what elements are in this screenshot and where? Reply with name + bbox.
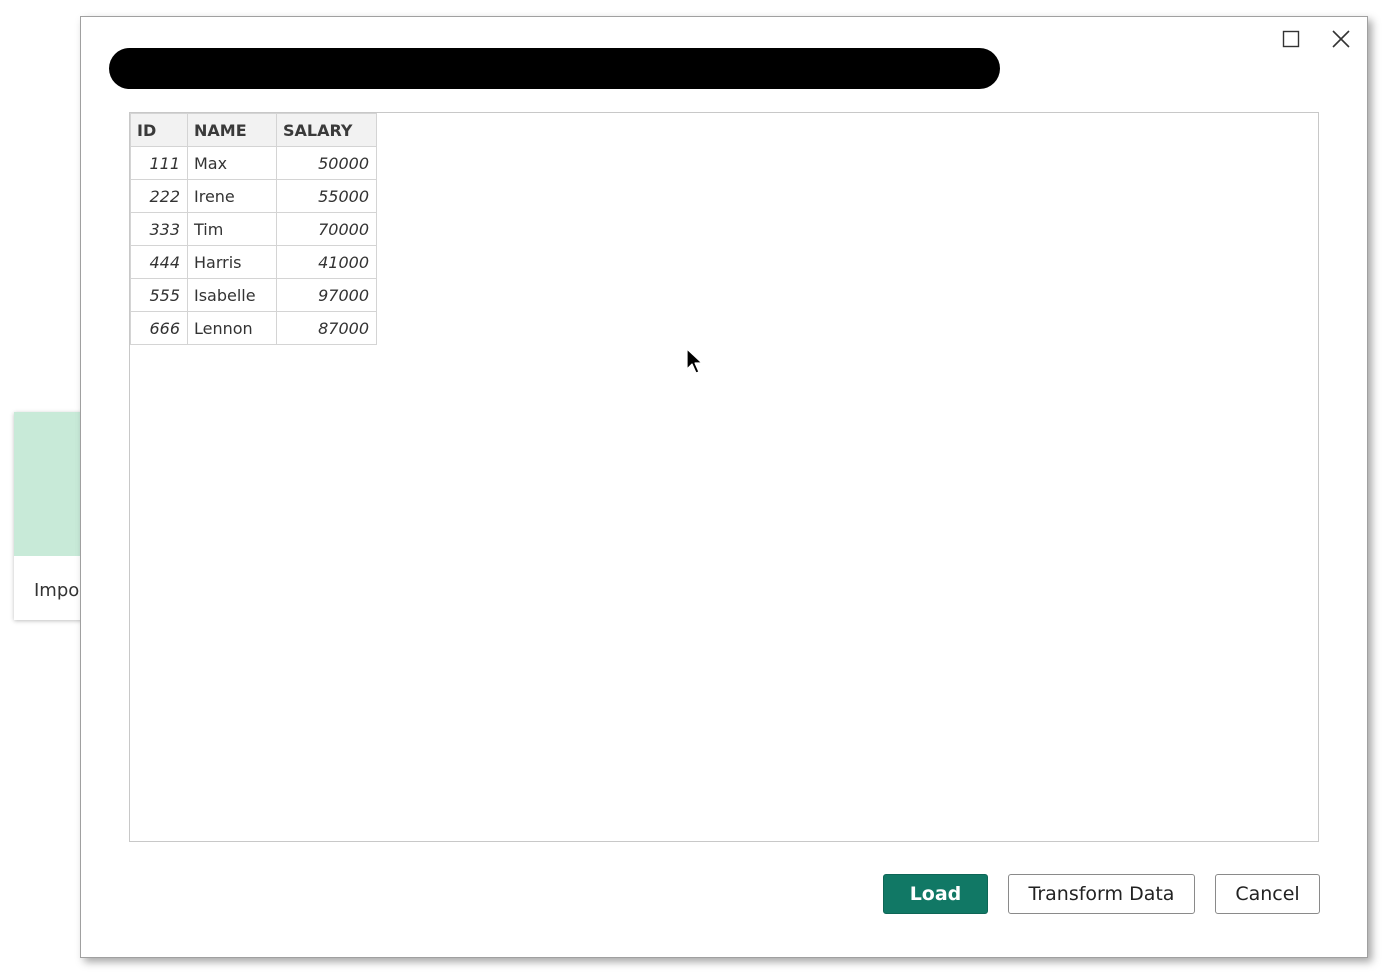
data-table: ID NAME SALARY 111 Max 50000 222 Irene 5…: [130, 113, 377, 345]
cell-salary: 87000: [276, 311, 377, 345]
cell-id: 222: [130, 179, 188, 213]
maximize-icon: [1282, 30, 1300, 48]
cell-salary: 70000: [276, 212, 377, 246]
mouse-pointer-icon: [686, 348, 703, 374]
cell-id: 111: [130, 146, 188, 180]
background-card-label: Impo: [34, 580, 80, 601]
close-icon: [1332, 30, 1350, 48]
cell-salary: 41000: [276, 245, 377, 279]
cell-name: Max: [187, 146, 277, 180]
cell-id: 555: [130, 278, 188, 312]
table-row: 222 Irene 55000: [130, 179, 377, 213]
cell-salary: 50000: [276, 146, 377, 180]
table-row: 333 Tim 70000: [130, 212, 377, 246]
cell-salary: 97000: [276, 278, 377, 312]
table-row: 666 Lennon 87000: [130, 311, 377, 345]
navigator-dialog: ID NAME SALARY 111 Max 50000 222 Irene 5…: [80, 16, 1368, 958]
cell-name: Tim: [187, 212, 277, 246]
cell-id: 444: [130, 245, 188, 279]
data-preview-pane: ID NAME SALARY 111 Max 50000 222 Irene 5…: [129, 112, 1319, 842]
transform-data-button[interactable]: Transform Data: [1008, 874, 1195, 914]
column-header-name[interactable]: NAME: [187, 113, 277, 147]
load-button[interactable]: Load: [883, 874, 988, 914]
maximize-button[interactable]: [1276, 25, 1306, 53]
cell-id: 666: [130, 311, 188, 345]
column-header-id[interactable]: ID: [130, 113, 188, 147]
table-row: 111 Max 50000: [130, 146, 377, 180]
cell-id: 333: [130, 212, 188, 246]
table-row: 555 Isabelle 97000: [130, 278, 377, 312]
redacted-dialog-title: [109, 48, 1000, 89]
cell-name: Harris: [187, 245, 277, 279]
cell-name: Lennon: [187, 311, 277, 345]
close-button[interactable]: [1326, 25, 1356, 53]
table-row: 444 Harris 41000: [130, 245, 377, 279]
cancel-button[interactable]: Cancel: [1215, 874, 1320, 914]
table-header-row: ID NAME SALARY: [130, 113, 377, 147]
cell-name: Isabelle: [187, 278, 277, 312]
cell-name: Irene: [187, 179, 277, 213]
column-header-salary[interactable]: SALARY: [276, 113, 377, 147]
cell-salary: 55000: [276, 179, 377, 213]
